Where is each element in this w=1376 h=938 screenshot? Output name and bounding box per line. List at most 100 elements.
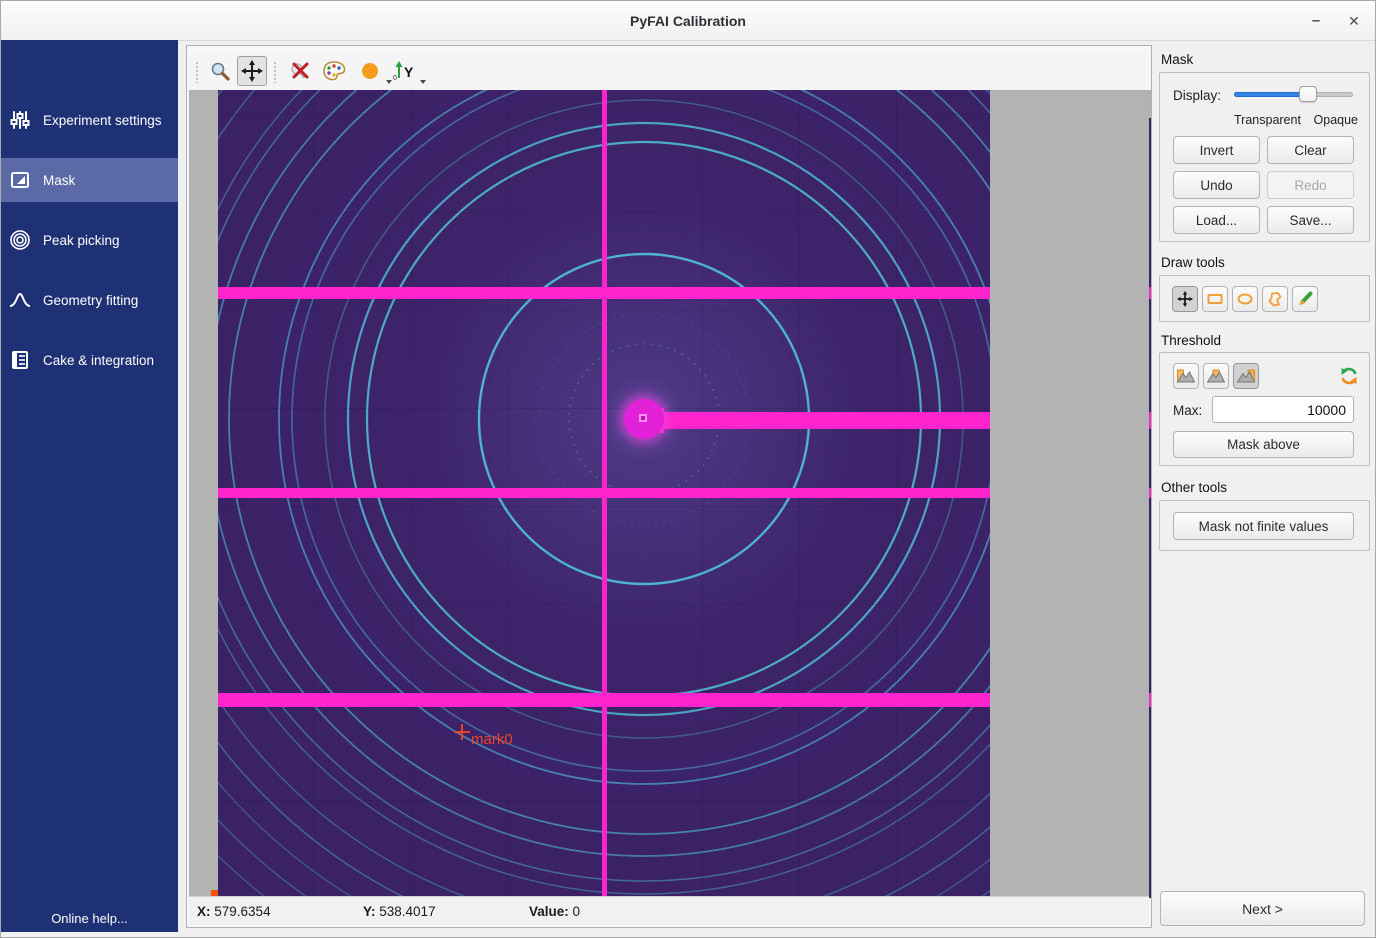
sliders-icon xyxy=(9,109,31,131)
draw-tools-title: Draw tools xyxy=(1161,255,1225,270)
sidebar-item-label: Geometry fitting xyxy=(43,293,138,308)
rectangle-tool-icon xyxy=(1206,291,1224,307)
next-button[interactable]: Next > xyxy=(1160,891,1365,926)
minimize-button[interactable]: – xyxy=(1303,9,1329,33)
status-y: Y: 538.4017 xyxy=(363,904,521,919)
title-bar: PyFAI Calibration – ✕ xyxy=(1,1,1375,41)
beamstop-center-mark xyxy=(639,414,647,422)
sidebar-item-mask[interactable]: Mask xyxy=(1,158,178,202)
display-label: Display: xyxy=(1173,88,1221,103)
orange-circle-icon xyxy=(360,61,380,81)
toolbar-grip xyxy=(195,61,200,83)
invert-button[interactable]: Invert xyxy=(1173,136,1260,164)
marker-label: mark0 xyxy=(471,731,513,748)
magnifier-icon xyxy=(209,60,231,82)
mask-band-segment xyxy=(1149,693,1151,707)
refresh-threshold-button[interactable] xyxy=(1336,363,1362,389)
colormap-button[interactable] xyxy=(319,56,349,86)
load-button[interactable]: Load... xyxy=(1173,206,1260,234)
status-x: X: 579.6354 xyxy=(197,904,355,919)
mask-image-icon xyxy=(9,169,31,191)
mask-vertical-line xyxy=(602,90,607,898)
mask-band-segment xyxy=(1149,488,1151,498)
mask-transparency-slider[interactable] xyxy=(1234,86,1353,102)
sidebar-item-cake-integration[interactable]: Cake & integration xyxy=(1,338,178,382)
pan-arrows-icon xyxy=(1177,291,1193,307)
toolbar-grip xyxy=(273,61,278,83)
mask-band-segment xyxy=(1149,412,1151,429)
sidebar-item-peak-picking[interactable]: Peak picking xyxy=(1,218,178,262)
window-title: PyFAI Calibration xyxy=(1,13,1375,29)
svg-text:Y: Y xyxy=(404,64,414,80)
ellipse-tool-icon xyxy=(1236,291,1254,307)
draw-pan-tool-button[interactable] xyxy=(1172,286,1198,312)
redo-button: Redo xyxy=(1267,171,1354,199)
reset-zoom-button[interactable] xyxy=(285,56,315,86)
slider-fill xyxy=(1234,92,1308,97)
status-y-label: Y: xyxy=(363,904,376,919)
undo-button[interactable]: Undo xyxy=(1173,171,1260,199)
sidebar-item-label: Experiment settings xyxy=(43,113,162,128)
transparent-label: Transparent xyxy=(1234,113,1301,127)
main-frame: 0Y mark0 xyxy=(186,45,1152,928)
y-axis-orientation-button[interactable]: 0Y xyxy=(389,56,419,86)
online-help-link[interactable]: Online help... xyxy=(1,911,178,926)
svg-text:0: 0 xyxy=(393,75,397,82)
beamstop-arm xyxy=(656,412,990,429)
max-label: Max: xyxy=(1173,403,1202,418)
save-button[interactable]: Save... xyxy=(1267,206,1354,234)
status-value: Value: 0 xyxy=(529,904,689,919)
palette-icon xyxy=(321,59,347,83)
other-tools-title: Other tools xyxy=(1161,480,1227,495)
threshold-groupbox: Max: Mask above xyxy=(1159,352,1370,466)
slider-handle[interactable] xyxy=(1299,86,1317,102)
close-button[interactable]: ✕ xyxy=(1341,9,1367,33)
draw-ellipse-tool-button[interactable] xyxy=(1232,286,1258,312)
histogram-mask-right-icon xyxy=(1236,368,1256,384)
sidebar-item-geometry-fitting[interactable]: Geometry fitting xyxy=(1,278,178,322)
pan-mode-button[interactable] xyxy=(237,56,267,86)
mask-panel: Mask Display: Transparent Opaque Invert … xyxy=(1152,40,1375,932)
mask-band-segment xyxy=(1149,287,1151,299)
marker-cross-icon xyxy=(454,731,470,733)
histogram-mask-middle-icon xyxy=(1206,368,1226,384)
status-bar: X: 579.6354 Y: 538.4017 Value: 0 xyxy=(189,896,1149,925)
dropdown-caret-icon xyxy=(420,80,426,84)
image-edge-strip xyxy=(1149,118,1151,898)
draw-rectangle-tool-button[interactable] xyxy=(1202,286,1228,312)
status-y-value: 538.4017 xyxy=(379,904,435,919)
draw-pencil-tool-button[interactable] xyxy=(1292,286,1318,312)
status-x-label: X: xyxy=(197,904,211,919)
polygon-tool-icon xyxy=(1266,291,1284,308)
status-value-label: Value: xyxy=(529,904,569,919)
mask-tools-button[interactable] xyxy=(355,56,385,86)
mask-section-title: Mask xyxy=(1161,52,1193,67)
sidebar-item-experiment-settings[interactable]: Experiment settings xyxy=(1,98,178,142)
other-tools-groupbox: Mask not finite values xyxy=(1159,500,1370,551)
sidebar-item-label: Peak picking xyxy=(43,233,120,248)
mask-not-finite-button[interactable]: Mask not finite values xyxy=(1173,512,1354,540)
target-icon xyxy=(9,229,31,251)
histogram-mask-left-icon xyxy=(1176,368,1196,384)
peak-curve-icon xyxy=(9,289,31,311)
threshold-title: Threshold xyxy=(1161,333,1221,348)
plot-canvas[interactable]: mark0 xyxy=(189,90,1151,898)
mask-above-button[interactable]: Mask above xyxy=(1173,431,1354,458)
mask-groupbox: Display: Transparent Opaque Invert Clear… xyxy=(1159,72,1370,242)
sidebar: Experiment settings Mask Peak picking Ge… xyxy=(1,40,178,932)
max-threshold-input[interactable] xyxy=(1212,396,1354,423)
draw-tools-groupbox xyxy=(1159,275,1370,322)
y-axis-icon: 0Y xyxy=(392,60,416,82)
status-x-value: 579.6354 xyxy=(214,904,270,919)
status-value-value: 0 xyxy=(573,904,581,919)
clear-button[interactable]: Clear xyxy=(1267,136,1354,164)
mask-above-threshold-button[interactable] xyxy=(1233,363,1259,389)
sidebar-item-label: Mask xyxy=(43,173,75,188)
opaque-label: Opaque xyxy=(1314,113,1358,127)
pencil-tool-icon xyxy=(1296,290,1314,308)
mask-between-threshold-button[interactable] xyxy=(1203,363,1229,389)
draw-polygon-tool-button[interactable] xyxy=(1262,286,1288,312)
zoom-mode-button[interactable] xyxy=(205,56,235,86)
diffraction-image[interactable]: mark0 xyxy=(218,90,990,898)
mask-below-threshold-button[interactable] xyxy=(1173,363,1199,389)
